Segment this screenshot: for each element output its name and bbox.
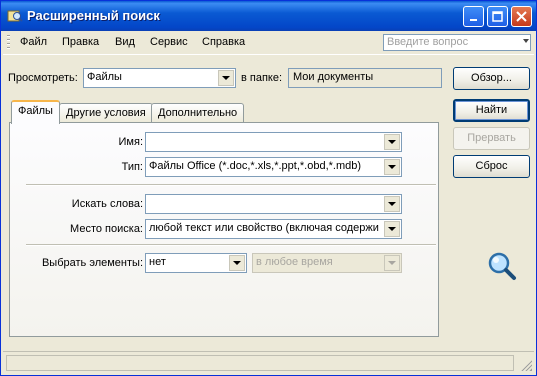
search-words-dropdown-button[interactable]	[384, 196, 400, 212]
chevron-down-icon	[388, 140, 396, 144]
search-location-dropdown-button[interactable]	[384, 221, 400, 237]
folder-label: в папке:	[241, 72, 283, 84]
tab-advanced[interactable]: Дополнительно	[151, 103, 245, 123]
chevron-down-icon	[388, 202, 396, 206]
look-in-label: Просмотреть:	[8, 72, 78, 84]
divider	[26, 244, 436, 246]
menu-view[interactable]: Вид	[115, 36, 135, 48]
chevron-down-icon	[233, 261, 241, 265]
search-location-value: любой текст или свойство (включая содерж…	[149, 222, 379, 234]
chevron-down-icon	[523, 39, 529, 43]
type-combo[interactable]: Файлы Office (*.doc,*.xls,*.ppt,*.obd,*.…	[145, 157, 402, 177]
search-location-label: Место поиска:	[70, 223, 143, 235]
type-dropdown-button[interactable]	[384, 159, 400, 175]
divider	[26, 184, 436, 186]
chevron-down-icon	[222, 76, 230, 80]
type-label: Тип:	[121, 161, 143, 173]
look-in-combo[interactable]: Файлы	[83, 68, 236, 88]
type-value: Файлы Office (*.doc,*.xls,*.ppt,*.obd,*.…	[149, 160, 362, 172]
reset-button[interactable]: Сброс	[453, 155, 530, 178]
select-items-label: Выбрать элементы:	[41, 257, 143, 269]
name-label: Имя:	[118, 136, 143, 148]
find-button[interactable]: Найти	[453, 99, 530, 122]
title-bar[interactable]: Расширенный поиск	[1, 1, 536, 31]
menu-help[interactable]: Справка	[202, 36, 245, 48]
minimize-icon	[469, 18, 477, 21]
magnifier-icon	[488, 252, 516, 280]
maximize-button[interactable]	[487, 6, 508, 27]
time-range-dropdown-button[interactable]	[384, 255, 400, 271]
ask-question-box[interactable]: Введите вопрос	[383, 34, 531, 51]
resize-grip-icon[interactable]	[520, 359, 532, 371]
search-words-label: Искать слова:	[71, 198, 143, 210]
maximize-icon	[492, 11, 503, 22]
search-location-combo[interactable]: любой текст или свойство (включая содерж…	[145, 219, 402, 239]
time-range-combo[interactable]: в любое время	[252, 253, 402, 273]
look-in-value: Файлы	[87, 71, 122, 83]
search-words-combo[interactable]	[145, 194, 402, 214]
folder-field: Мои документы	[288, 68, 442, 88]
select-items-dropdown-button[interactable]	[229, 255, 245, 271]
close-button[interactable]	[511, 6, 532, 27]
chevron-down-icon	[388, 227, 396, 231]
time-range-value: в любое время	[256, 256, 333, 268]
look-in-dropdown-button[interactable]	[218, 70, 234, 86]
chevron-down-icon	[388, 261, 396, 265]
files-tab-panel: Имя: Тип: Файлы Office (*.doc,*.xls,*.pp…	[9, 122, 439, 337]
select-items-value: нет	[149, 256, 166, 268]
advanced-find-window: Расширенный поиск Файл Правка Вид Сервис…	[0, 0, 537, 376]
menu-edit[interactable]: Правка	[62, 36, 99, 48]
name-combo[interactable]	[145, 132, 402, 152]
toolbar-grip[interactable]	[7, 35, 10, 51]
ask-question-placeholder: Введите вопрос	[387, 36, 469, 48]
menu-file[interactable]: Файл	[20, 36, 47, 48]
minimize-button[interactable]	[463, 6, 484, 27]
tab-files[interactable]: Файлы	[11, 100, 60, 124]
chevron-down-icon	[388, 165, 396, 169]
search-app-icon	[7, 10, 23, 22]
name-dropdown-button[interactable]	[384, 134, 400, 150]
status-text	[6, 355, 514, 371]
browse-button[interactable]: Обзор...	[453, 67, 530, 90]
status-bar	[3, 351, 534, 373]
stop-button[interactable]: Прервать	[453, 127, 530, 150]
menu-tools[interactable]: Сервис	[150, 36, 188, 48]
tab-other-conditions[interactable]: Другие условия	[59, 103, 153, 123]
select-items-combo[interactable]: нет	[145, 253, 247, 273]
close-icon	[516, 11, 527, 22]
menu-bar: Файл Правка Вид Сервис Справка Введите в…	[3, 31, 534, 55]
window-title: Расширенный поиск	[27, 8, 160, 23]
